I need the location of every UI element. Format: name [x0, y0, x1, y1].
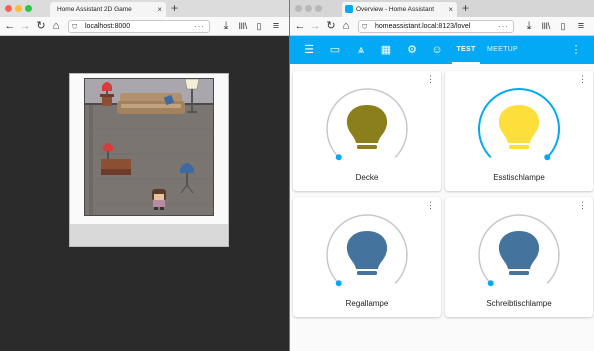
minimize-window-icon[interactable] [15, 5, 22, 12]
card-more-icon[interactable]: ⋮ [426, 75, 435, 84]
home-icon[interactable]: ⌂ [339, 19, 353, 33]
navigation-bar: ← → ↻ ⌂ ⛉ localhost:8000 ··· ⤓ lll\ ▯ ≡ [0, 17, 289, 36]
home-assistant-browser-window: Overview - Home Assistant × + ← → ↻ ⌂ ⛉ … [289, 0, 594, 351]
reload-icon[interactable]: ↻ [34, 19, 48, 33]
back-icon[interactable]: ← [293, 19, 307, 33]
cog-icon[interactable]: ⚙ [405, 43, 419, 57]
home-assistant-favicon-icon [345, 5, 353, 13]
navigation-bar: ← → ↻ ⌂ ⛉ homeassistant.local:8123/lovel… [290, 17, 594, 36]
brightness-dial[interactable] [317, 85, 417, 169]
tab-meetup[interactable]: MEETUP [487, 36, 518, 64]
calendar-icon[interactable]: ▦ [379, 43, 393, 57]
player-character-sprite [152, 189, 166, 210]
lightbulb-base-icon [509, 145, 529, 149]
game-canvas[interactable] [84, 78, 214, 216]
page-actions-icon[interactable]: ··· [194, 21, 205, 32]
sofa-sprite [117, 93, 185, 114]
tab-bar: Overview - Home Assistant × + [290, 0, 594, 17]
light-card[interactable]: ⋮ Schreibtischlampe [445, 197, 593, 317]
shield-icon: ⛉ [72, 24, 78, 31]
lightbulb-base-icon [357, 271, 377, 275]
lightbulb-icon[interactable] [498, 105, 540, 143]
download-icon[interactable]: ⤓ [219, 19, 233, 33]
sidebar-icon[interactable]: ▯ [252, 19, 266, 33]
menu-icon[interactable]: ≡ [269, 19, 283, 33]
address-bar[interactable]: ⛉ homeassistant.local:8123/lovel ··· [358, 20, 514, 33]
lamp-regal-sprite [101, 143, 131, 175]
close-window-icon[interactable] [5, 5, 12, 12]
lamp-decke-sprite [100, 82, 114, 106]
lamp-icon[interactable]: ⩓ [354, 43, 368, 57]
close-tab-icon[interactable]: × [448, 2, 453, 17]
light-name: Regallampe [345, 299, 389, 308]
maximize-window-icon[interactable] [315, 5, 322, 12]
robot-icon[interactable]: ☺ [430, 43, 444, 57]
close-window-icon[interactable] [295, 5, 302, 12]
card-more-icon[interactable]: ⋮ [578, 201, 587, 210]
lightbulb-icon[interactable] [346, 105, 388, 143]
page-actions-icon[interactable]: ··· [498, 21, 509, 32]
game-container [69, 73, 229, 247]
tab-test[interactable]: TEST [452, 36, 480, 64]
lightbulb-icon[interactable] [346, 231, 388, 269]
menu-icon[interactable]: ☰ [302, 43, 316, 57]
url-text: localhost:8000 [85, 23, 131, 30]
card-more-icon[interactable]: ⋮ [426, 201, 435, 210]
light-card[interactable]: ⋮ Regallampe [293, 197, 441, 317]
maximize-window-icon[interactable] [25, 5, 32, 12]
sofa-icon[interactable]: ▭ [328, 43, 342, 57]
room-floor-scene [85, 79, 213, 215]
reload-icon[interactable]: ↻ [324, 19, 338, 33]
game-browser-window: Home Assistant 2D Game × + ← → ↻ ⌂ ⛉ loc… [0, 0, 289, 351]
tab-bar: Home Assistant 2D Game × + [0, 0, 289, 17]
card-more-icon[interactable]: ⋮ [578, 75, 587, 84]
back-icon[interactable]: ← [3, 19, 17, 33]
brightness-dial[interactable] [317, 211, 417, 295]
brightness-dial[interactable] [469, 211, 569, 295]
url-text: homeassistant.local:8123/lovel [375, 23, 471, 30]
minimize-window-icon[interactable] [305, 5, 312, 12]
tab-title: Overview - Home Assistant [356, 6, 435, 13]
ha-toolbar: ☰ ▭ ⩓ ▦ ⚙ ☺ TEST MEETUP ⋮ [290, 36, 594, 64]
new-tab-icon[interactable]: + [171, 1, 178, 15]
tab-title: Home Assistant 2D Game [57, 6, 132, 13]
brightness-dial[interactable] [469, 85, 569, 169]
library-icon[interactable]: lll\ [539, 19, 553, 33]
lightbulb-base-icon [509, 271, 529, 275]
dial-handle[interactable] [335, 154, 342, 161]
library-icon[interactable]: lll\ [236, 19, 250, 33]
more-options-icon[interactable]: ⋮ [569, 43, 583, 57]
lamp-esstisch-sprite [184, 79, 200, 113]
lightbulb-base-icon [357, 145, 377, 149]
tab-game[interactable]: Home Assistant 2D Game × [50, 2, 166, 17]
address-bar[interactable]: ⛉ localhost:8000 ··· [68, 20, 210, 33]
game-background [70, 74, 228, 224]
dial-handle[interactable] [487, 280, 494, 287]
light-name: Decke [355, 173, 379, 182]
lightbulb-icon[interactable] [498, 231, 540, 269]
forward-icon[interactable]: → [18, 19, 32, 33]
tab-home-assistant[interactable]: Overview - Home Assistant × [342, 2, 457, 17]
sidebar-icon[interactable]: ▯ [556, 19, 570, 33]
light-card[interactable]: ⋮ Esstischlampe [445, 71, 593, 191]
dial-handle[interactable] [335, 280, 342, 287]
dial-handle[interactable] [544, 154, 551, 161]
home-icon[interactable]: ⌂ [49, 19, 63, 33]
new-tab-icon[interactable]: + [462, 1, 469, 15]
menu-icon[interactable]: ≡ [574, 19, 588, 33]
light-name: Schreibtischlampe [486, 299, 552, 308]
forward-icon[interactable]: → [308, 19, 322, 33]
light-name: Esstischlampe [493, 173, 545, 182]
download-icon[interactable]: ⤓ [522, 19, 536, 33]
lamp-schreibtisch-sprite [180, 163, 194, 194]
close-tab-icon[interactable]: × [157, 2, 162, 17]
shield-icon: ⛉ [362, 24, 368, 31]
light-card[interactable]: ⋮ Decke [293, 71, 441, 191]
